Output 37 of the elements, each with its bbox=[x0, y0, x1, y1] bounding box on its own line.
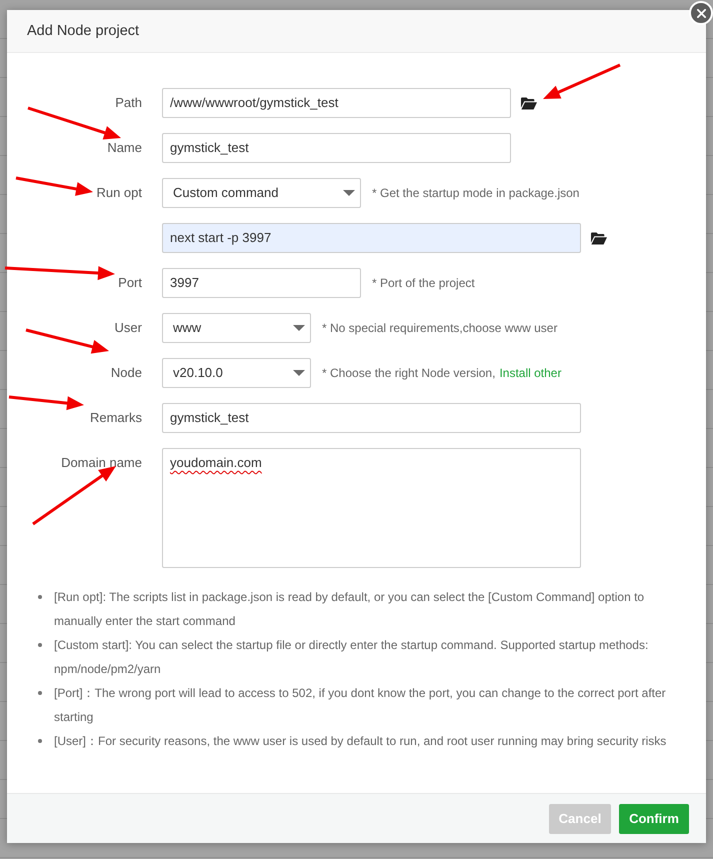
field-label: Name bbox=[107, 140, 142, 155]
field-label: Path bbox=[115, 95, 142, 110]
close-icon bbox=[696, 8, 706, 18]
bullet-icon bbox=[38, 691, 42, 695]
caret-icon bbox=[343, 190, 355, 196]
caret-icon bbox=[293, 325, 305, 331]
text-field[interactable]: gymstick_test bbox=[162, 403, 581, 433]
note-text: [Custom start]: You can select the startup file or directly enter the startup command. Supported startup methods: npm/node/pm2/yarn bbox=[54, 637, 650, 678]
dropdown[interactable]: v20.10.0 bbox=[162, 358, 311, 388]
hint-text: * Port of the project bbox=[372, 275, 475, 292]
text-field[interactable]: next start -p 3997 bbox=[162, 223, 581, 253]
hint-text: * Choose the right Node version, Install other bbox=[322, 365, 562, 382]
hint-text: * Get the startup mode in package.json bbox=[372, 185, 580, 202]
field-label: Remarks bbox=[90, 410, 142, 425]
field-label: User bbox=[114, 320, 142, 335]
dropdown[interactable]: Custom command bbox=[162, 178, 361, 208]
text-field[interactable]: 3997 bbox=[162, 268, 361, 298]
close-button[interactable] bbox=[689, 1, 713, 25]
field-label: Node bbox=[110, 365, 142, 380]
note-text: [Port]：The wrong port will lead to access to 502, if you dont know the port, you can change to the correct port after starting bbox=[54, 685, 667, 726]
note-text: [Run opt]: The scripts list in package.json is read by default, or you can select the [Custom Command] option to manually enter the start command bbox=[54, 589, 646, 630]
folder-icon[interactable] bbox=[521, 97, 537, 110]
field-label: Port bbox=[118, 275, 142, 290]
dialog-title: Add Node project bbox=[27, 23, 140, 39]
textarea-field[interactable]: youdomain.com bbox=[162, 448, 581, 568]
field-label: Domain name bbox=[61, 455, 142, 470]
caret-icon bbox=[293, 370, 305, 376]
hint-text: * No special requirements,choose www user bbox=[322, 320, 558, 337]
note-text: [User]：For security reasons, the www user is used by default to run, and root user running may bring security risks bbox=[54, 733, 668, 750]
text-field[interactable]: /www/wwwroot/gymstick_test bbox=[162, 88, 511, 118]
dropdown[interactable]: www bbox=[162, 313, 311, 343]
text-field[interactable]: gymstick_test bbox=[162, 133, 511, 163]
field-label: Run opt bbox=[96, 185, 142, 200]
bullet-icon bbox=[38, 739, 42, 743]
bullet-icon bbox=[38, 643, 42, 647]
bullet-icon bbox=[38, 595, 42, 599]
folder-icon[interactable] bbox=[591, 232, 607, 245]
